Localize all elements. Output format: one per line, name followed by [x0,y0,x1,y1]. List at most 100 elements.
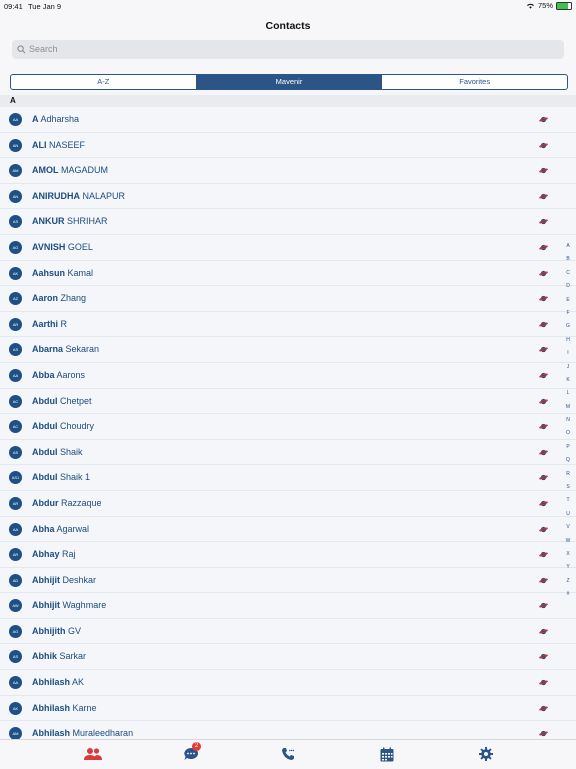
index-letter[interactable]: M [562,401,574,414]
tab-chat[interactable]: 2 [183,742,201,763]
contact-list[interactable]: AA A Adharsha AN ALI NASEEF AM AMOL MAGADUM AN… [0,107,576,739]
contact-row[interactable]: AM AMOL MAGADUM [0,158,576,184]
index-letter[interactable]: Z [562,575,574,588]
index-letter[interactable]: H [562,334,574,347]
contact-row[interactable]: AN ALI NASEEF [0,132,576,159]
contact-row[interactable]: AR Aarthi R [0,311,576,338]
contact-row[interactable]: AK Aahsun Kamal [0,260,576,287]
index-letter[interactable]: D [562,280,574,293]
presence-globe-icon [539,244,548,251]
index-letter[interactable]: F [562,307,574,320]
presence-globe-icon [539,321,548,327]
segment-mavenir[interactable]: Mavenir [195,75,382,89]
contact-first-name: ANIRUDHA [32,190,80,201]
presence-globe-icon [539,500,548,507]
contact-row[interactable]: AA A Adharsha [0,107,576,133]
contact-row[interactable]: AW Abhijit Waghmare [0,593,576,619]
segment-a-z[interactable]: A-Z [11,75,196,89]
index-letter[interactable]: E [562,294,574,307]
contact-last-name: GOEL [67,241,93,252]
index-letter[interactable]: U [562,508,574,521]
contact-row[interactable]: AC Abdul Chetpet [0,388,576,415]
index-letter[interactable]: W [562,535,574,548]
avatar: AS1 [9,471,22,485]
index-letter[interactable]: S [562,481,574,494]
contact-row[interactable]: AM Abhilash Muraleedharan [0,721,576,739]
contact-first-name: Abhilash [32,677,71,688]
contact-row[interactable]: AZ Aaron Zhang [0,286,576,312]
contact-row[interactable]: AA Abhilash AK [0,670,576,696]
avatar: AA [9,676,22,690]
tab-contacts[interactable] [84,747,102,763]
tab-calls[interactable] [281,747,299,763]
contact-row[interactable]: AS1 Abdul Shaik 1 [0,465,576,491]
index-letter[interactable]: B [562,253,574,266]
avatar: AG [9,624,22,638]
contact-last-name: Muraleedharan [72,728,134,739]
contact-row[interactable]: AS Abdul Shaik [0,439,576,466]
contact-name: ANIRUDHA NALAPUR [32,191,125,201]
contact-last-name: Razzaque [61,497,102,508]
contact-row[interactable]: AG Abhijith GV [0,618,576,645]
index-letter[interactable]: Y [562,561,574,574]
index-letter[interactable]: L [562,387,574,400]
presence-globe-icon [539,142,548,148]
index-letter[interactable]: V [562,521,574,534]
contact-name: Abhik Sarkar [32,651,86,661]
tab-settings[interactable] [479,747,497,763]
index-letter[interactable]: A [562,240,574,253]
contact-name: Abdul Choudry [32,421,94,431]
contact-row[interactable]: AG AVNISH GOEL [0,234,576,261]
avatar: AR [9,548,22,562]
index-letter[interactable]: J [562,361,574,374]
contact-row[interactable]: AD Abhijit Deshkar [0,567,576,594]
index-letter[interactable]: I [562,347,574,360]
index-letter[interactable]: O [562,427,574,440]
contact-row[interactable]: AA Abha Agarwal [0,516,576,543]
search-input[interactable]: Search [12,40,564,59]
index-letter[interactable]: C [562,267,574,280]
presence-globe-icon [539,475,548,481]
contact-name: Abdur Razzaque [32,498,102,508]
contact-last-name: MAGADUM [61,165,109,176]
contact-first-name: AVNISH [32,241,66,252]
index-letter[interactable]: R [562,468,574,481]
contact-row[interactable]: AR Abdur Razzaque [0,490,576,517]
contact-name: Abhijit Deshkar [32,575,96,585]
contact-row[interactable]: AS ANKUR SHRIHAR [0,209,576,235]
presence-globe-icon [539,347,548,353]
contact-first-name: ANKUR [32,216,65,227]
contact-row[interactable]: AK Abhilash Karne [0,695,576,722]
contact-last-name: Waghmare [62,600,107,611]
index-letter[interactable]: G [562,320,574,333]
contact-last-name: Karne [72,702,97,713]
contact-row[interactable]: AA Abba Aarons [0,362,576,389]
contact-row[interactable]: AR Abhay Raj [0,542,576,568]
index-letter[interactable]: T [562,494,574,507]
contact-name: ANKUR SHRIHAR [32,216,108,226]
segment-favorites[interactable]: Favorites [381,75,567,89]
segmented-control: A-Z Mavenir Favorites [10,74,568,90]
contact-name: Abdul Chetpet [32,396,92,406]
contact-row[interactable]: AS Abhik Sarkar [0,644,576,671]
contact-row[interactable]: AS Abarna Sekaran [0,337,576,363]
index-letter[interactable]: P [562,441,574,454]
index-letter[interactable]: N [562,414,574,427]
index-letter[interactable]: Q [562,454,574,467]
wifi-icon [526,3,534,9]
index-letter[interactable]: X [562,548,574,561]
search-icon [17,45,26,54]
status-right: 75% [526,1,572,10]
contact-last-name: Adharsha [40,114,80,124]
tab-calendar[interactable] [380,747,398,763]
presence-globe-icon [539,168,548,174]
index-letter[interactable]: K [562,374,574,387]
contact-row[interactable]: AC Abdul Choudry [0,414,576,440]
index-letter[interactable]: # [562,588,574,601]
contact-row[interactable]: AN ANIRUDHA NALAPUR [0,183,576,210]
contact-first-name: Abha [32,523,55,534]
avatar: AA [9,522,22,536]
phone-icon [282,748,295,760]
alphabet-index[interactable]: A B C D E F G H I J K L M N O P Q R S T U V W X Y Z # [562,240,574,602]
contact-last-name: Shaik 1 [60,472,91,483]
